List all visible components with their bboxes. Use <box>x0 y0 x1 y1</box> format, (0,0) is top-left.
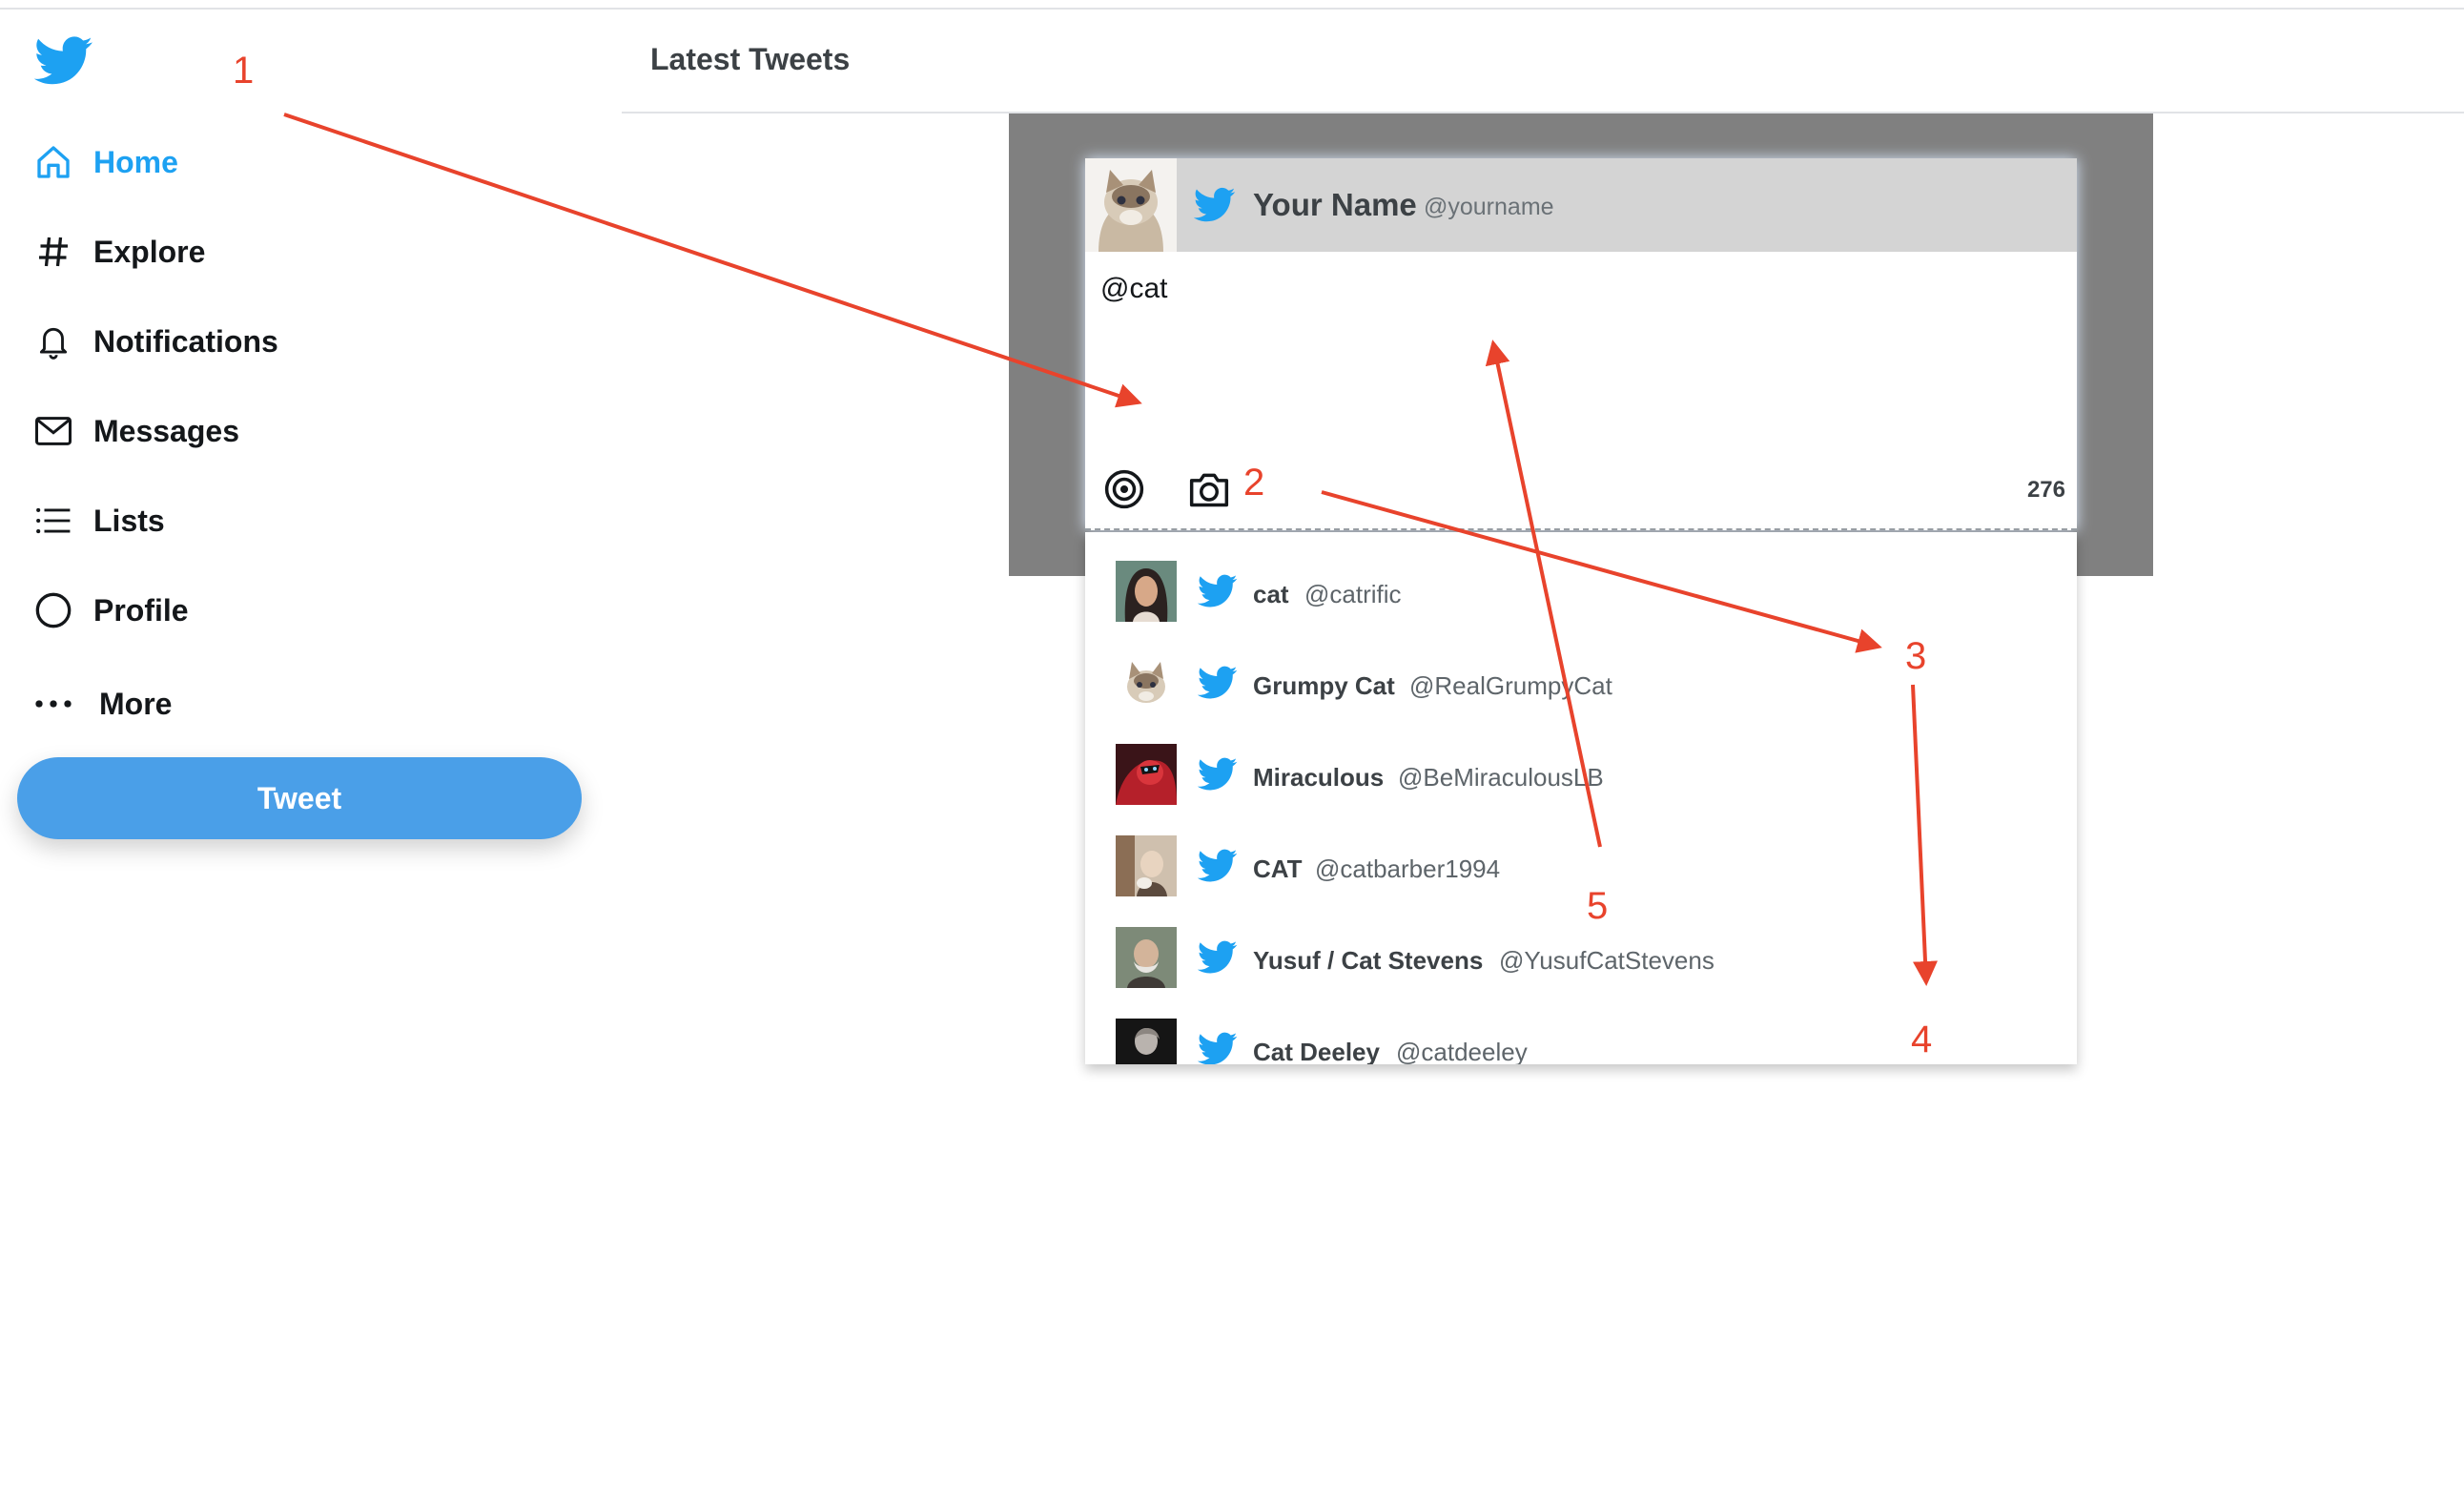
avatar <box>1116 927 1177 988</box>
home-icon <box>32 141 74 183</box>
sidebar-item-messages[interactable]: Messages <box>32 402 239 460</box>
annotation-label-2: 2 <box>1243 462 1265 504</box>
avatar <box>1116 561 1177 622</box>
camera-icon[interactable] <box>1188 469 1230 509</box>
target-icon[interactable] <box>1104 469 1144 509</box>
suggestion-item[interactable]: Yusuf / Cat Stevens @YusufCatStevens <box>1085 898 2077 988</box>
page-title: Latest Tweets <box>650 42 851 76</box>
annotation-label-1: 1 <box>233 50 255 92</box>
user-avatar <box>1085 158 1177 252</box>
suggestion-name: CAT <box>1253 854 1303 883</box>
twitter-bird-icon <box>1194 187 1236 222</box>
sidebar-item-more[interactable]: More <box>32 675 172 732</box>
avatar <box>1116 744 1177 805</box>
sidebar-item-label: Notifications <box>93 323 278 359</box>
twitter-bird-icon <box>1198 849 1238 882</box>
envelope-icon <box>32 410 74 452</box>
sidebar-item-label: Explore <box>93 234 206 269</box>
twitter-logo-icon[interactable] <box>34 34 93 88</box>
suggestion-name: cat <box>1253 580 1289 608</box>
circle-icon <box>32 589 74 631</box>
suggestion-handle: @catdeeley <box>1396 1038 1528 1064</box>
hashtag-icon <box>32 231 74 273</box>
annotation-label-3: 3 <box>1905 635 1927 677</box>
avatar <box>1116 1019 1177 1064</box>
sidebar-item-label: Messages <box>93 413 239 448</box>
annotation-label-4: 4 <box>1911 1019 1933 1060</box>
suggestion-item[interactable]: cat @catrific <box>1085 532 2077 622</box>
bell-icon <box>32 320 74 362</box>
suggestion-name: Grumpy Cat <box>1253 671 1395 700</box>
suggestion-item[interactable]: Miraculous @BeMiraculousLB <box>1085 715 2077 805</box>
sidebar-item-label: Lists <box>93 503 165 538</box>
suggestion-handle: @YusufCatStevens <box>1499 946 1715 975</box>
avatar <box>1116 835 1177 896</box>
sidebar-item-label: More <box>99 686 173 721</box>
compose-header: Your Name @yourname <box>1085 158 2077 252</box>
compose-user-handle: @yourname <box>1424 194 1554 220</box>
suggestion-handle: @catrific <box>1304 580 1402 608</box>
suggestion-item[interactable]: CAT @catbarber1994 <box>1085 807 2077 896</box>
twitter-bird-icon <box>1198 757 1238 791</box>
sidebar-item-label: Home <box>93 144 178 179</box>
twitter-bird-icon <box>1198 666 1238 699</box>
suggestion-handle: @RealGrumpyCat <box>1409 671 1612 700</box>
tweet-text-input[interactable]: @cat <box>1100 273 2054 406</box>
compose-user-name: Your Name <box>1253 187 1417 222</box>
sidebar-item-profile[interactable]: Profile <box>32 582 189 639</box>
sidebar-item-home[interactable]: Home <box>32 134 178 191</box>
twitter-bird-icon <box>1198 574 1238 607</box>
suggestion-handle: @catbarber1994 <box>1315 854 1501 883</box>
sidebar-item-lists[interactable]: Lists <box>32 492 165 549</box>
top-border <box>0 8 2464 10</box>
sidebar-item-notifications[interactable]: Notifications <box>32 313 278 370</box>
twitter-bird-icon <box>1198 1032 1238 1064</box>
avatar <box>1116 652 1177 713</box>
compose-divider <box>1085 528 2077 530</box>
suggestion-name: Cat Deeley <box>1253 1038 1380 1064</box>
suggestion-name: Miraculous <box>1253 763 1385 792</box>
character-count: 276 <box>2026 477 2065 503</box>
annotation-label-5: 5 <box>1587 885 1609 927</box>
suggestion-item[interactable]: Grumpy Cat @RealGrumpyCat <box>1085 624 2077 713</box>
compose-card: Your Name @yourname @cat 276 <box>1085 158 2077 530</box>
sidebar-item-label: Profile <box>93 592 189 628</box>
suggestion-handle: @BeMiraculousLB <box>1398 763 1604 792</box>
sidebar-item-explore[interactable]: Explore <box>32 223 205 280</box>
mention-suggestions: cat @catrific Grumpy Cat @RealGrumpyCat <box>1085 532 2077 1064</box>
suggestion-name: Yusuf / Cat Stevens <box>1253 946 1484 975</box>
more-dots-icon <box>32 683 74 725</box>
twitter-bird-icon <box>1198 940 1238 974</box>
tweet-button[interactable]: Tweet <box>17 757 582 839</box>
list-icon <box>32 500 74 542</box>
